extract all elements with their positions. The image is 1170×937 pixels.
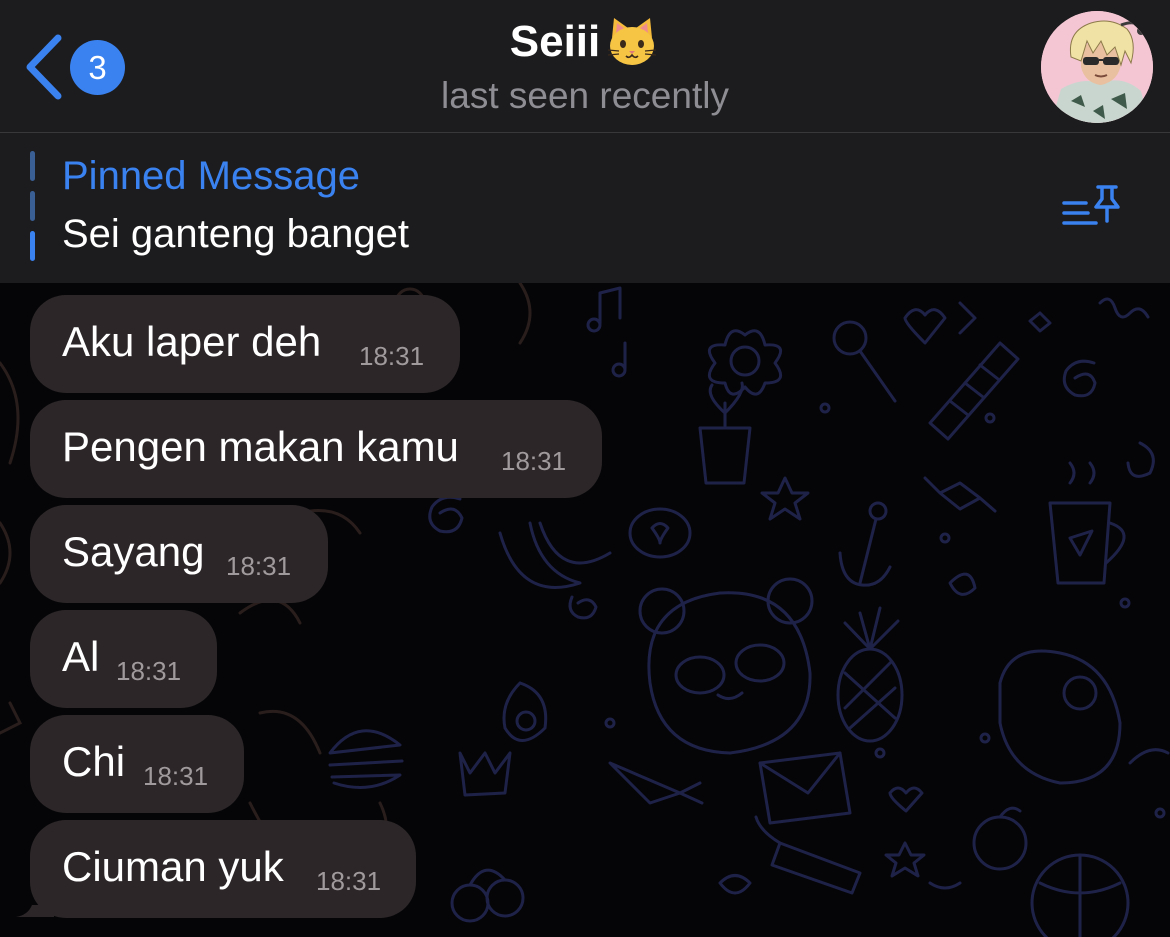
pinned-list-icon[interactable]: [1058, 181, 1126, 235]
message-text: Aku laper deh: [62, 318, 322, 365]
message-bubble[interactable]: Pengen makan kamu 18:31: [30, 400, 602, 498]
message-bubble[interactable]: Chi 18:31: [30, 715, 244, 813]
message-time: 18:31: [143, 761, 209, 791]
bubble-tail: [16, 905, 54, 917]
message-time: 18:31: [226, 551, 292, 581]
message-time: 18:31: [501, 446, 567, 476]
message-time: 18:31: [116, 656, 182, 686]
chat-messages-area[interactable]: Aku laper deh 18:31 Pengen makan kamu 18…: [0, 283, 1170, 937]
unread-count-badge: 3: [70, 40, 125, 95]
chat-title-text: Seiii: [509, 17, 601, 66]
pinned-label: Pinned Message: [62, 154, 360, 198]
message-bubble[interactable]: Ciuman yuk 18:31: [30, 820, 416, 918]
cat-face-icon: [608, 18, 657, 65]
chevron-left-icon: [26, 34, 62, 100]
message-text: Ciuman yuk: [62, 843, 284, 890]
message-time: 18:31: [316, 866, 382, 896]
chat-title: Seiii: [510, 14, 661, 70]
message-bubble[interactable]: Sayang 18:31: [30, 505, 328, 603]
message-bubble[interactable]: Aku laper deh 18:31: [30, 295, 460, 393]
message-text: Pengen makan kamu: [62, 423, 459, 470]
message-text: Chi: [62, 738, 126, 785]
message-text: Al: [62, 633, 100, 680]
message-text: Sayang: [62, 528, 205, 575]
avatar-image: [1041, 11, 1153, 123]
pinned-text: Sei ganteng banget: [62, 212, 409, 256]
chat-status: last seen recently: [441, 75, 729, 116]
chat-header: 3 Seiii last seen recently: [0, 0, 1170, 133]
back-button[interactable]: 3: [18, 30, 138, 104]
message-time: 18:31: [359, 341, 425, 371]
message-bubble[interactable]: Al 18:31: [30, 610, 217, 708]
avatar[interactable]: [1041, 11, 1153, 123]
pinned-message-bar[interactable]: Pinned Message Sei ganteng banget: [0, 133, 1170, 283]
pinned-position-indicator: [30, 151, 36, 263]
chat-title-area[interactable]: Seiii last seen recently: [285, 14, 885, 120]
